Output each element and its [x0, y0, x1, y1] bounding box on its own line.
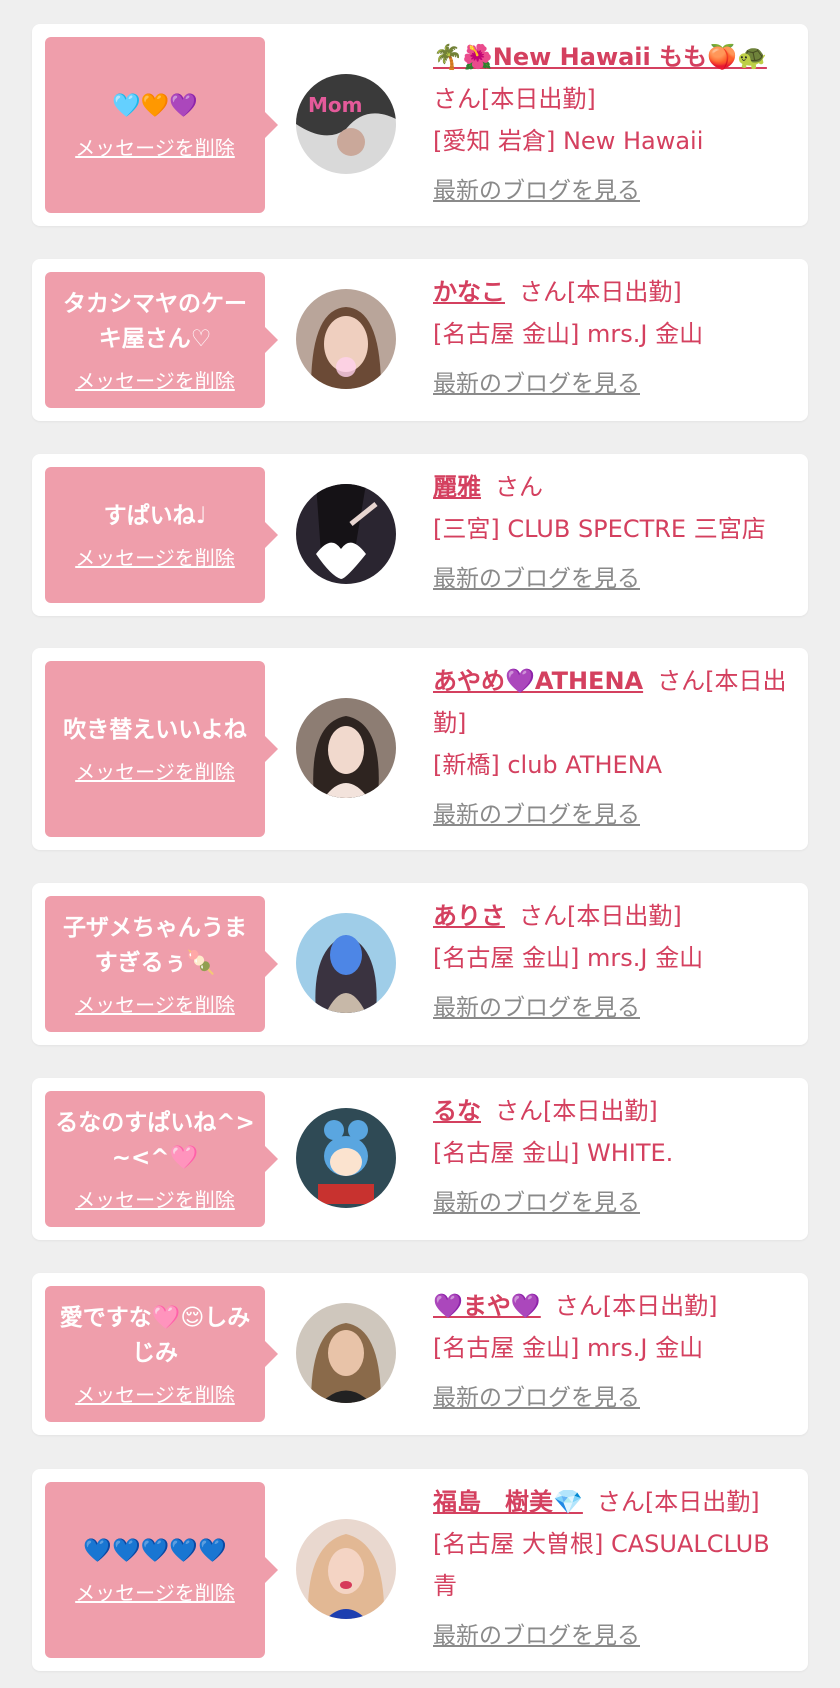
cast-name-line: 麗雅 さん [433, 466, 801, 508]
cast-name-link[interactable]: 💜まや💜 [433, 1292, 541, 1320]
avatar[interactable] [296, 1303, 396, 1403]
cast-info: ありさ さん[本日出勤] [名古屋 金山] mrs.J 金山 最新のブログを見る [433, 895, 801, 1029]
cast-suffix: さん[本日出勤] [596, 1488, 760, 1516]
message-bubble: 🩵🧡💜 メッセージを削除 [45, 37, 278, 213]
message-card: 💙💙💙💙💙 メッセージを削除 福島 樹美💎 さん[本日出勤] [名古屋 大曽根] … [32, 1469, 808, 1671]
cast-name-link[interactable]: 福島 樹美💎 [433, 1488, 583, 1516]
cast-suffix: さん[本日出勤] [495, 1097, 658, 1125]
cast-name-line: かなこ さん[本日出勤] [433, 271, 801, 313]
latest-blog-link[interactable]: 最新のブログを見る [433, 170, 640, 212]
latest-blog-link[interactable]: 最新のブログを見る [433, 794, 640, 836]
shop-name: [名古屋 金山] mrs.J 金山 [433, 944, 704, 972]
cast-name-line: るな さん[本日出勤] [433, 1090, 801, 1132]
latest-blog-link[interactable]: 最新のブログを見る [433, 363, 640, 405]
message-bubble: すぱいね♩ メッセージを削除 [45, 467, 278, 603]
message-text: 愛ですな🩷😌しみじみ [59, 1304, 251, 1366]
message-text: るなのすぱいね^>~<^🩷 [55, 1109, 255, 1171]
cast-name-link[interactable]: ありさ [433, 902, 505, 930]
cast-name-link[interactable]: 🌴🌺New Hawaii もも🍑🐢 [433, 43, 767, 71]
cast-info: あやめ💜ATHENA さん[本日出勤] [新橋] club ATHENA 最新のブ… [433, 660, 801, 836]
message-card: るなのすぱいね^>~<^🩷 メッセージを削除 るな さん[本日出勤] [名古屋 金… [32, 1078, 808, 1240]
avatar[interactable] [296, 289, 396, 389]
cast-suffix: さん[本日出勤] [519, 902, 682, 930]
message-bubble: 吹き替えいいよね メッセージを削除 [45, 661, 278, 837]
message-text: タカシマヤのケーキ屋さん♡ [63, 290, 247, 352]
avatar[interactable] [296, 698, 396, 798]
latest-blog-link[interactable]: 最新のブログを見る [433, 558, 640, 600]
avatar[interactable] [296, 484, 396, 584]
cast-name-link[interactable]: あやめ💜ATHENA [433, 667, 643, 695]
cast-name-link[interactable]: 麗雅 [433, 473, 481, 501]
message-card: 吹き替えいいよね メッセージを削除 あやめ💜ATHENA さん[本日出勤] [新橋… [32, 648, 808, 850]
cast-name-line: 🌴🌺New Hawaii もも🍑🐢 さん[本日出勤] [433, 36, 801, 120]
avatar[interactable] [296, 913, 396, 1013]
cast-info: かなこ さん[本日出勤] [名古屋 金山] mrs.J 金山 最新のブログを見る [433, 271, 801, 405]
cast-info: 🌴🌺New Hawaii もも🍑🐢 さん[本日出勤] [愛知 岩倉] New H… [433, 36, 801, 212]
cast-suffix: さん[本日出勤] [554, 1292, 718, 1320]
delete-message-link[interactable]: メッセージを削除 [75, 989, 235, 1018]
message-text: 吹き替えいいよね [63, 717, 247, 743]
message-text: 💙💙💙💙💙 [83, 1538, 227, 1564]
latest-blog-link[interactable]: 最新のブログを見る [433, 1377, 640, 1419]
shop-name: [名古屋 金山] mrs.J 金山 [433, 1334, 704, 1362]
cast-suffix: さん[本日出勤] [433, 85, 596, 113]
message-card: 🩵🧡💜 メッセージを削除 Mom 🌴🌺New Hawaii もも🍑🐢 さん[本日… [32, 24, 808, 226]
cast-info: 💜まや💜 さん[本日出勤] [名古屋 金山] mrs.J 金山 最新のブログを見る [433, 1285, 801, 1419]
message-card: すぱいね♩ メッセージを削除 麗雅 さん [三宮] CLUB SPECTRE 三宮… [32, 454, 808, 616]
message-text: すぱいね♩ [103, 503, 207, 529]
shop-name: [三宮] CLUB SPECTRE 三宮店 [433, 515, 766, 543]
cast-name-line: 福島 樹美💎 さん[本日出勤] [433, 1481, 801, 1523]
latest-blog-link[interactable]: 最新のブログを見る [433, 1182, 640, 1224]
svg-text:Mom: Mom [308, 93, 362, 117]
message-card: 子ザメちゃんうますぎるぅ🍡 メッセージを削除 ありさ さん[本日出勤] [名古屋 … [32, 883, 808, 1045]
cast-name-line: 💜まや💜 さん[本日出勤] [433, 1285, 801, 1327]
delete-message-link[interactable]: メッセージを削除 [75, 365, 235, 394]
message-bubble: 子ザメちゃんうますぎるぅ🍡 メッセージを削除 [45, 896, 278, 1032]
shop-name: [名古屋 大曽根] CASUALCLUB 青 [433, 1530, 770, 1600]
message-text: 子ザメちゃんうますぎるぅ🍡 [63, 914, 247, 976]
cast-info: 福島 樹美💎 さん[本日出勤] [名古屋 大曽根] CASUALCLUB 青 最新… [433, 1481, 801, 1657]
delete-message-link[interactable]: メッセージを削除 [75, 542, 235, 571]
avatar[interactable] [296, 1108, 396, 1208]
delete-message-link[interactable]: メッセージを削除 [75, 1577, 235, 1606]
shop-name: [名古屋 金山] WHITE. [433, 1139, 674, 1167]
shop-name: [新橋] club ATHENA [433, 751, 663, 779]
message-bubble: るなのすぱいね^>~<^🩷 メッセージを削除 [45, 1091, 278, 1227]
shop-name: [愛知 岩倉] New Hawaii [433, 127, 704, 155]
message-bubble: タカシマヤのケーキ屋さん♡ メッセージを削除 [45, 272, 278, 408]
delete-message-link[interactable]: メッセージを削除 [75, 756, 235, 785]
avatar[interactable]: Mom [296, 74, 396, 174]
cast-info: 麗雅 さん [三宮] CLUB SPECTRE 三宮店 最新のブログを見る [433, 466, 801, 600]
message-bubble: 💙💙💙💙💙 メッセージを削除 [45, 1482, 278, 1658]
avatar[interactable] [296, 1519, 396, 1619]
cast-name-link[interactable]: るな [433, 1097, 481, 1125]
cast-name-line: ありさ さん[本日出勤] [433, 895, 801, 937]
message-card: 愛ですな🩷😌しみじみ メッセージを削除 💜まや💜 さん[本日出勤] [名古屋 金山… [32, 1273, 808, 1435]
delete-message-link[interactable]: メッセージを削除 [75, 1379, 235, 1408]
cast-suffix: さん[本日出勤] [519, 278, 682, 306]
cast-name-link[interactable]: かなこ [433, 278, 505, 306]
shop-name: [名古屋 金山] mrs.J 金山 [433, 320, 704, 348]
cast-info: るな さん[本日出勤] [名古屋 金山] WHITE. 最新のブログを見る [433, 1090, 801, 1224]
message-card: タカシマヤのケーキ屋さん♡ メッセージを削除 かなこ さん[本日出勤] [名古屋 … [32, 259, 808, 421]
latest-blog-link[interactable]: 最新のブログを見る [433, 1615, 640, 1657]
cast-suffix: さん [495, 473, 543, 501]
latest-blog-link[interactable]: 最新のブログを見る [433, 987, 640, 1029]
cast-name-line: あやめ💜ATHENA さん[本日出勤] [433, 660, 801, 744]
message-text: 🩵🧡💜 [112, 93, 198, 119]
message-bubble: 愛ですな🩷😌しみじみ メッセージを削除 [45, 1286, 278, 1422]
delete-message-link[interactable]: メッセージを削除 [75, 1184, 235, 1213]
delete-message-link[interactable]: メッセージを削除 [75, 132, 235, 161]
